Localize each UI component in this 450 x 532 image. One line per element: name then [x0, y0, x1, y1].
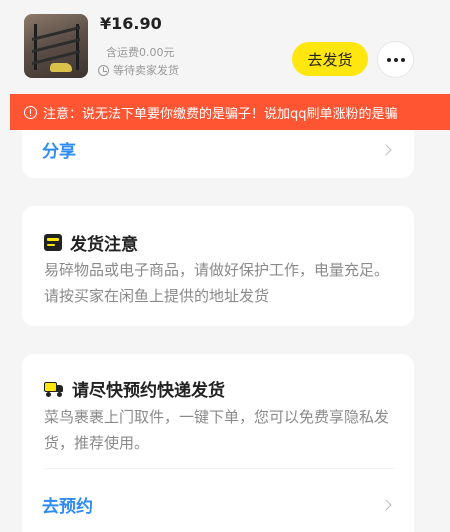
shipping-notice-card: 发货注意 易碎物品或电子商品，请做好保护工作，电量充足。请按买家在闲鱼上提供的地… — [22, 206, 414, 326]
notice-body: 易碎物品或电子商品，请做好保护工作，电量充足。请按买家在闲鱼上提供的地址发货 — [44, 261, 390, 305]
more-dot-icon — [386, 57, 391, 62]
more-options-button[interactable] — [377, 41, 414, 78]
clock-icon — [98, 64, 109, 76]
warning-icon — [24, 105, 37, 119]
warning-text: 注意：说无法下单要你缴费的是骗子！说加qq刷单涨粉的是骗 — [43, 106, 398, 122]
ship-button[interactable]: 去发货 — [292, 42, 368, 76]
shipping-fee: 含运费0.00元 — [106, 46, 175, 59]
fraud-warning-banner: 注意：说无法下单要你缴费的是骗子！说加qq刷单涨粉的是骗 — [10, 94, 450, 130]
divider — [44, 468, 394, 469]
truck-icon — [44, 381, 64, 397]
share-row[interactable]: 分享 — [42, 137, 394, 162]
notice-icon — [44, 234, 62, 251]
product-price: ¥16.90 — [100, 14, 162, 33]
more-dot-icon — [393, 57, 398, 62]
product-thumbnail[interactable] — [24, 14, 88, 78]
notice-title: 发货注意 — [44, 230, 138, 255]
order-header: ¥16.90 含运费0.00元 等待卖家发货 去发货 — [0, 0, 450, 92]
order-status-text: 等待卖家发货 — [113, 64, 179, 77]
booking-body: 菜鸟裹裹上门取件，一键下单，您可以免费享隐私发货，推荐使用。 — [44, 408, 390, 452]
book-pickup-link[interactable]: 去预约 — [42, 492, 93, 517]
share-link[interactable]: 分享 — [42, 137, 76, 162]
more-dot-icon — [400, 57, 405, 62]
order-status: 等待卖家发货 — [98, 62, 179, 78]
booking-title: 请尽快预约快递发货 — [44, 376, 225, 401]
chevron-right-icon — [380, 498, 392, 511]
notice-title-text: 发货注意 — [70, 235, 138, 255]
booking-title-text: 请尽快预约快递发货 — [72, 381, 225, 401]
booking-row[interactable]: 去预约 — [42, 492, 394, 517]
booking-card: 请尽快预约快递发货 菜鸟裹裹上门取件，一键下单，您可以免费享隐私发货，推荐使用。… — [22, 354, 414, 532]
chevron-right-icon — [380, 143, 392, 156]
